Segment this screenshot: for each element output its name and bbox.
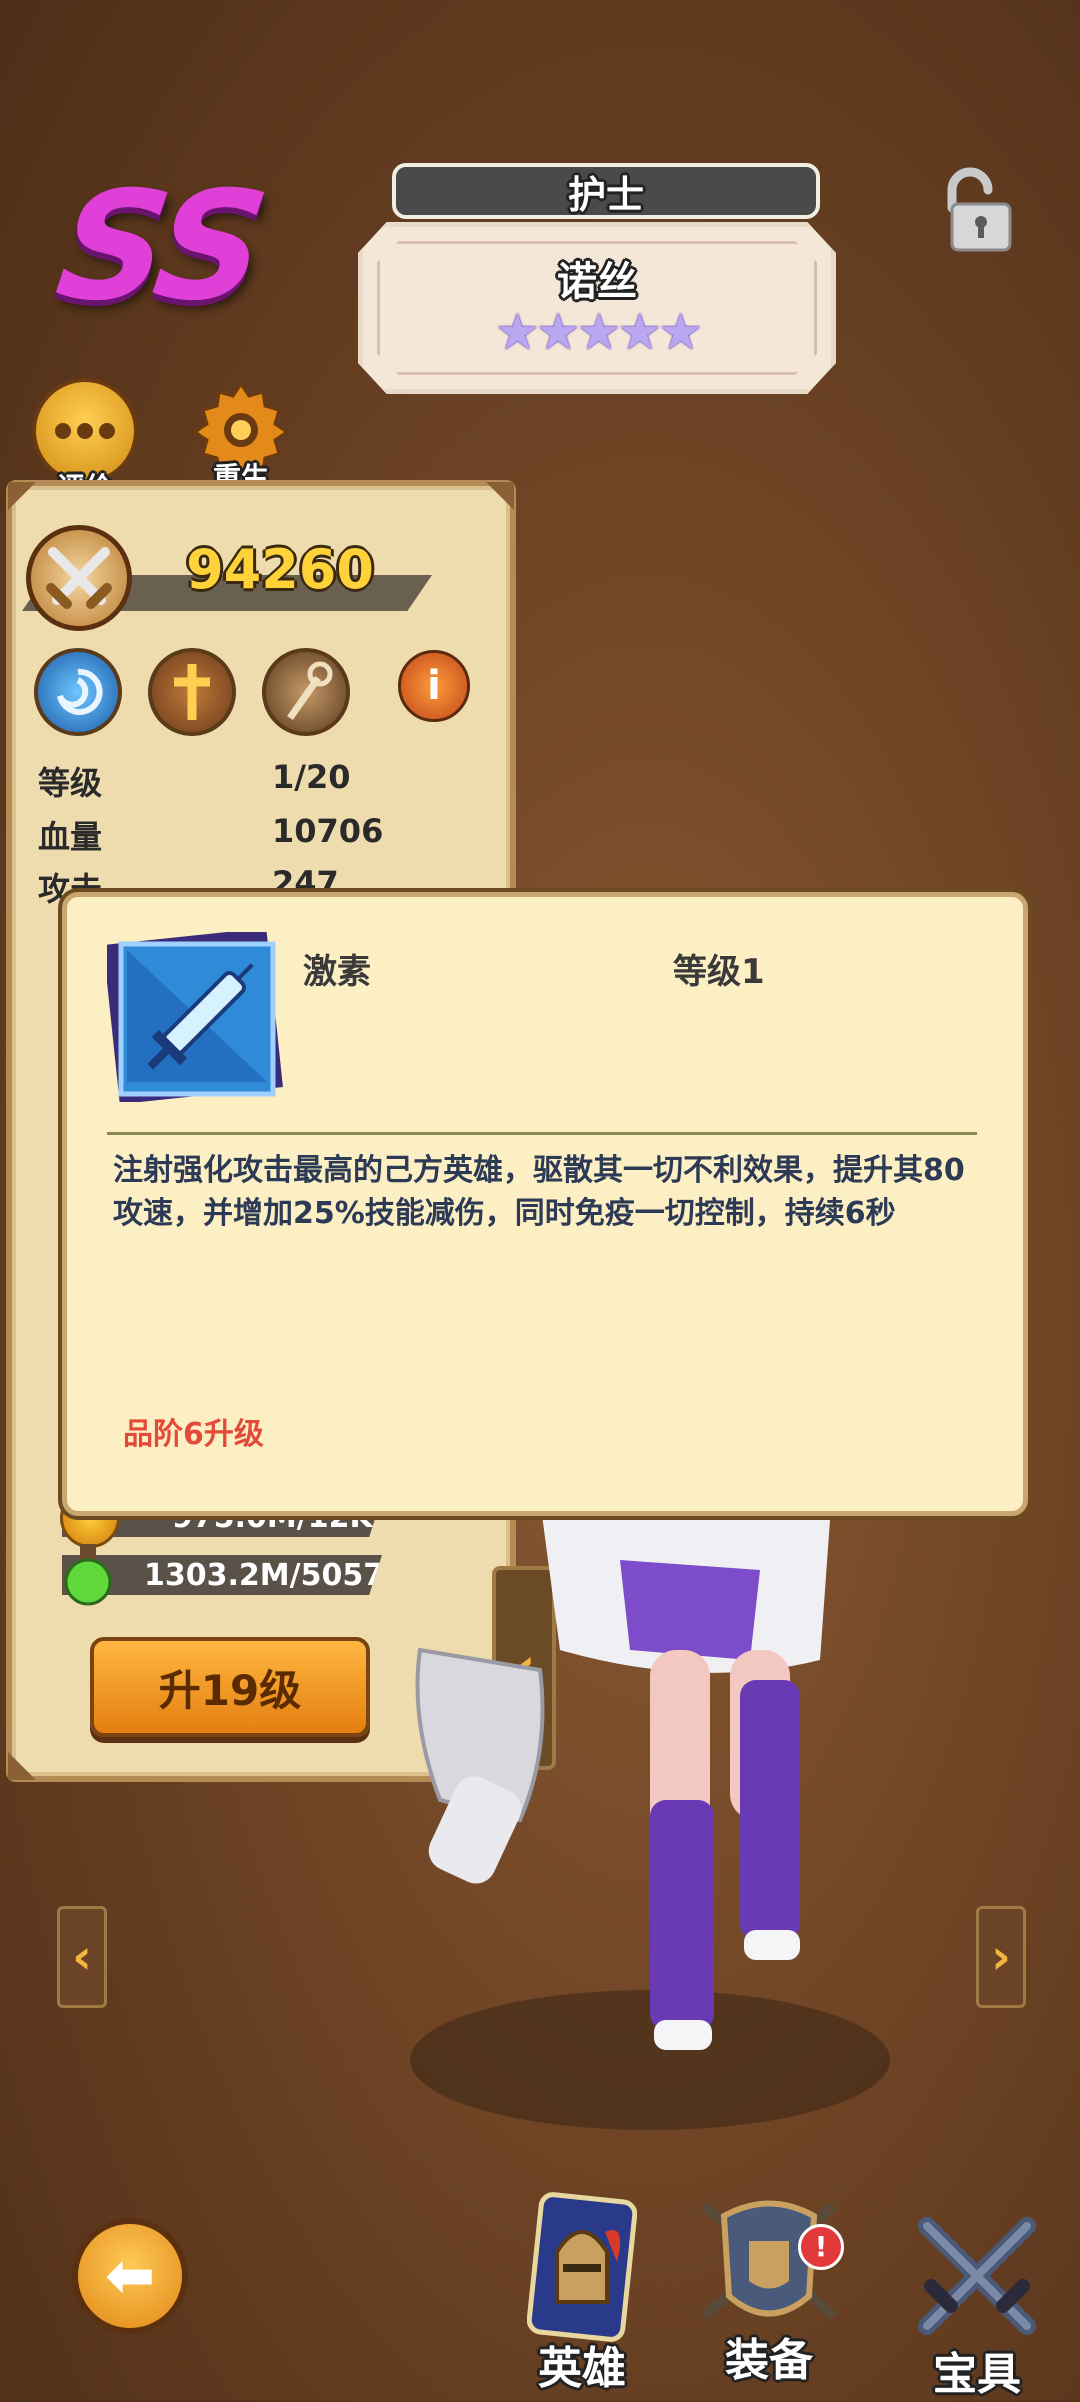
previous-hero-button[interactable]: ‹	[57, 1906, 107, 2008]
vortex-skill-icon[interactable]	[34, 648, 122, 736]
cross-skill-icon[interactable]	[148, 648, 236, 736]
syringe-skill-icon	[103, 927, 287, 1105]
stat-value-hp: 10706	[272, 812, 384, 850]
crossed-swords-icon	[907, 2206, 1047, 2346]
skill-description: 注射强化攻击最高的己方英雄，驱散其一切不利效果，提升其80攻速，并增加25%技能…	[113, 1153, 965, 1231]
skill-name: 激素	[303, 952, 371, 992]
alert-badge-icon: !	[798, 2224, 844, 2270]
skill-level: 等级1	[673, 952, 765, 992]
upgrade-button[interactable]: 升19级	[90, 1637, 370, 1737]
hero-name-plate: 诺丝 ★★★★★	[358, 222, 836, 394]
armor-icon: !	[694, 2186, 844, 2336]
knight-helmet-icon	[526, 2192, 638, 2342]
potion-resource-value: 1303.2M/5057	[144, 1557, 385, 1593]
stat-label-level: 等级	[38, 764, 103, 802]
hero-name: 诺丝	[557, 259, 637, 305]
info-icon[interactable]: i	[398, 650, 470, 722]
rank-badge: SS	[47, 160, 271, 334]
green-potion-icon	[62, 1542, 114, 1608]
tab-treasure[interactable]: 宝具	[902, 2206, 1052, 2400]
rebirth-button[interactable]: 重生	[186, 378, 296, 496]
tab-heroes[interactable]: 英雄	[512, 2192, 652, 2394]
tab-treasure-label: 宝具	[933, 2349, 1021, 2400]
chevron-right-icon: ›	[991, 1929, 1011, 1985]
skill-unlock-note: 品阶6升级	[123, 1417, 264, 1452]
staff-skill-icon[interactable]	[262, 648, 350, 736]
tab-equipment[interactable]: ! 装备	[694, 2186, 844, 2392]
power-value: 94260	[186, 538, 374, 601]
chevron-left-icon: ‹	[72, 1929, 92, 1985]
next-hero-button[interactable]: ›	[976, 1906, 1026, 2008]
stat-value-level: 1/20	[272, 758, 351, 796]
skill-detail-popup: 激素 等级1 注射强化攻击最高的己方英雄，驱散其一切不利效果，提升其80攻速，并…	[62, 892, 1028, 1516]
back-button[interactable]: ⬅	[72, 2218, 188, 2334]
divider	[107, 1132, 977, 1135]
crossed-swords-icon	[26, 525, 132, 631]
hero-character-model	[400, 1497, 920, 2140]
star-rating: ★★★★★	[494, 303, 703, 361]
arrow-left-icon: ⬅	[104, 2241, 156, 2311]
hero-class-label: 护士	[392, 163, 820, 219]
stat-label-hp: 血量	[38, 818, 103, 856]
unlock-icon[interactable]	[930, 164, 1022, 256]
